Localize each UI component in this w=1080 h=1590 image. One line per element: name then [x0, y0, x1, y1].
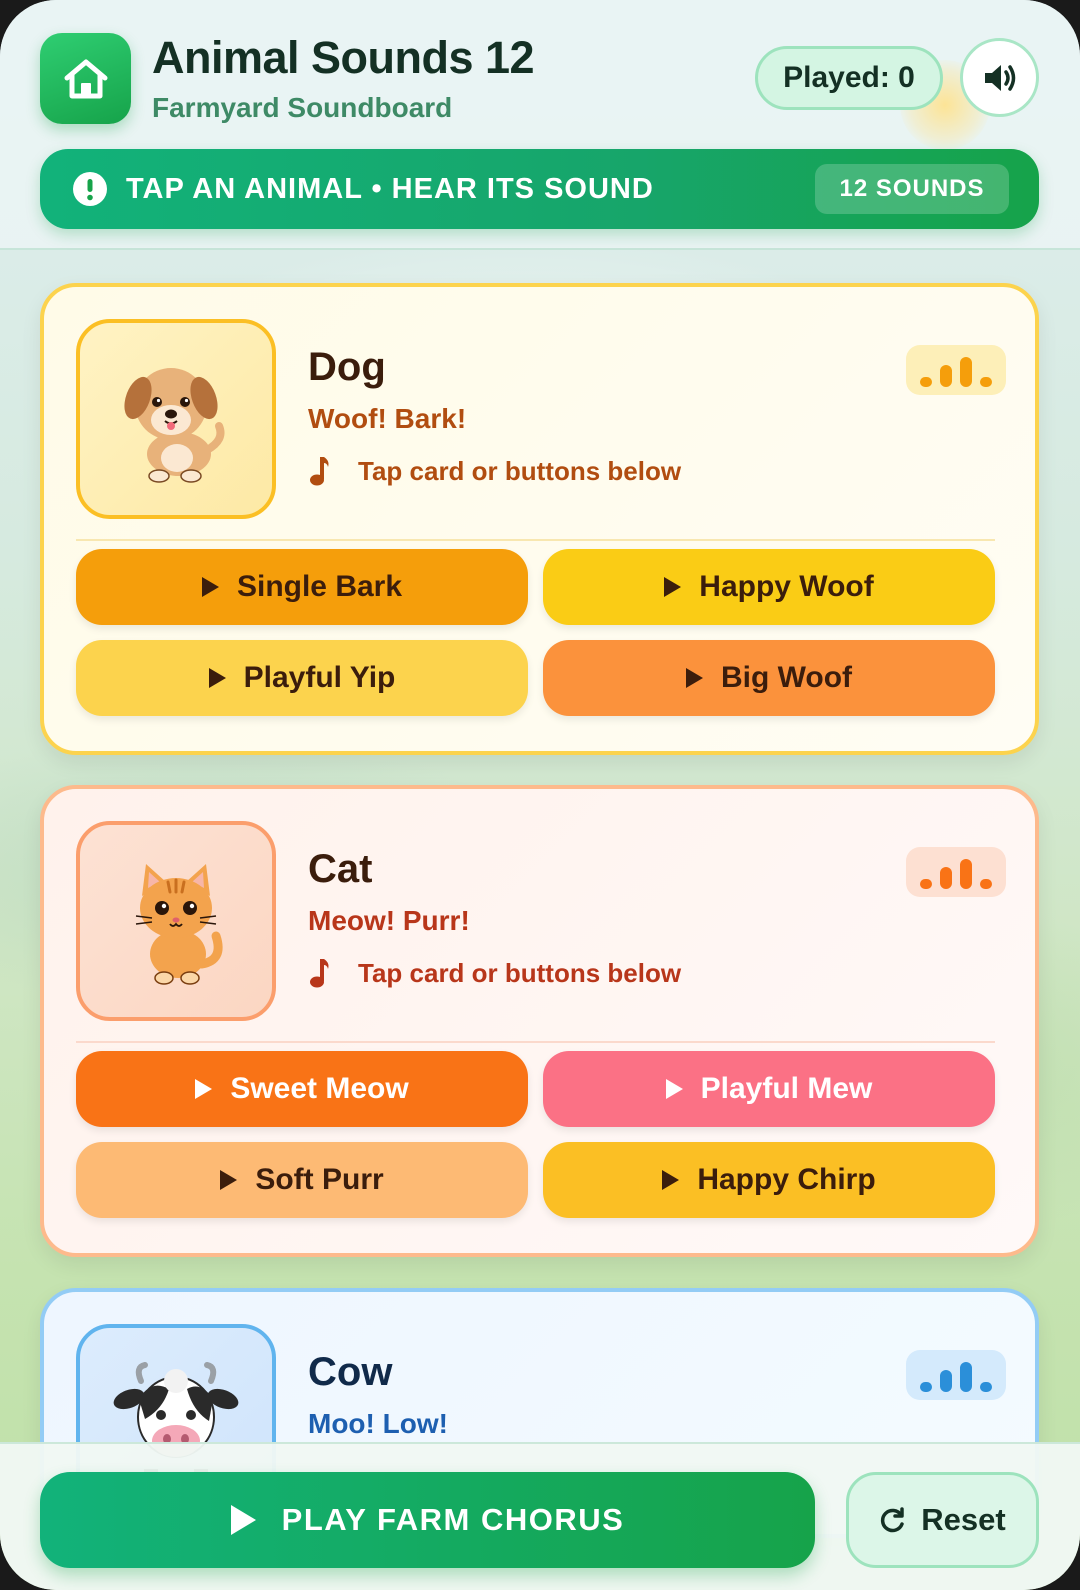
animal-sound-text: Woof! Bark!: [308, 403, 467, 434]
cat-illustration: [135, 864, 223, 985]
sounds-count-badge: 12 SOUNDS: [815, 164, 1009, 214]
bottom-action-bar: PLAY FARM CHORUS Reset: [0, 1442, 1080, 1590]
hint-text: Tap card or buttons below: [358, 455, 682, 486]
button-label: Happy Chirp: [697, 1163, 876, 1196]
chorus-label: PLAY FARM CHORUS: [281, 1502, 625, 1537]
banner-text: TAP AN ANIMAL • HEAR ITS SOUND: [126, 173, 654, 205]
animal-sound-text: Meow! Purr!: [308, 905, 470, 936]
button-label: Single Bark: [236, 570, 403, 603]
app-subtitle: Farmyard Soundboard: [152, 92, 453, 123]
play-playful-mew-button[interactable]: Playful Mew: [543, 1051, 995, 1127]
animal-name: Cat: [308, 847, 373, 891]
animal-sound-text: Moo! Low!: [308, 1408, 448, 1439]
sound-wave-icon: [906, 345, 1006, 395]
button-label: Playful Yip: [243, 661, 396, 694]
dog-avatar[interactable]: [76, 319, 276, 519]
animal-name: Dog: [308, 345, 386, 389]
button-label: Happy Woof: [699, 570, 874, 603]
play-icon: [664, 577, 682, 597]
played-counter: Played: 0: [755, 46, 943, 110]
play-single-bark-button[interactable]: Single Bark: [76, 549, 528, 625]
alert-icon: [73, 172, 107, 206]
button-label: Big Woof: [720, 661, 853, 694]
instruction-banner: TAP AN ANIMAL • HEAR ITS SOUND 12 SOUNDS: [40, 149, 1039, 229]
hint-text: Tap card or buttons below: [358, 957, 682, 988]
sound-toggle-button[interactable]: [960, 38, 1039, 117]
play-soft-purr-button[interactable]: Soft Purr: [76, 1142, 528, 1218]
app-title: Animal Sounds 12: [152, 32, 535, 83]
app-screen: Animal Sounds 12 Farmyard Soundboard Pla…: [0, 0, 1080, 1590]
divider: [76, 539, 995, 541]
animal-hint: Tap card or buttons below: [308, 453, 681, 489]
reset-button[interactable]: Reset: [846, 1472, 1039, 1568]
play-playful-yip-button[interactable]: Playful Yip: [76, 640, 528, 716]
play-icon: [195, 1079, 213, 1099]
button-label: Playful Mew: [700, 1072, 873, 1105]
play-icon: [208, 668, 226, 688]
animal-name: Cow: [308, 1350, 393, 1394]
music-note-icon: [308, 455, 358, 487]
sound-wave-icon: [906, 1350, 1006, 1400]
sound-wave-icon: [906, 847, 1006, 897]
animal-hint: Tap card or buttons below: [308, 955, 681, 991]
play-big-woof-button[interactable]: Big Woof: [543, 640, 995, 716]
button-label: Soft Purr: [255, 1163, 384, 1196]
play-farm-chorus-button[interactable]: PLAY FARM CHORUS: [40, 1472, 815, 1568]
refresh-icon: [881, 1507, 905, 1533]
play-icon: [665, 1079, 683, 1099]
play-happy-woof-button[interactable]: Happy Woof: [543, 549, 995, 625]
home-icon: [64, 59, 107, 98]
animal-card-dog[interactable]: Dog Woof! Bark! Tap card or buttons belo…: [40, 283, 1039, 755]
button-label: Sweet Meow: [230, 1072, 409, 1105]
reset-label: Reset: [921, 1502, 1006, 1537]
animal-card-cat[interactable]: Cat Meow! Purr! Tap card or buttons belo…: [40, 785, 1039, 1257]
home-button[interactable]: [40, 33, 131, 124]
dog-illustration: [124, 368, 225, 483]
play-icon: [201, 577, 219, 597]
music-note-icon: [308, 957, 358, 989]
play-sweet-meow-button[interactable]: Sweet Meow: [76, 1051, 528, 1127]
play-icon: [230, 1505, 256, 1535]
play-icon: [685, 668, 703, 688]
play-happy-chirp-button[interactable]: Happy Chirp: [543, 1142, 995, 1218]
header: Animal Sounds 12 Farmyard Soundboard Pla…: [0, 0, 1080, 250]
divider: [76, 1041, 995, 1043]
speaker-icon: [984, 64, 1015, 91]
cat-avatar[interactable]: [76, 821, 276, 1021]
play-icon: [662, 1170, 680, 1190]
play-icon: [220, 1170, 238, 1190]
